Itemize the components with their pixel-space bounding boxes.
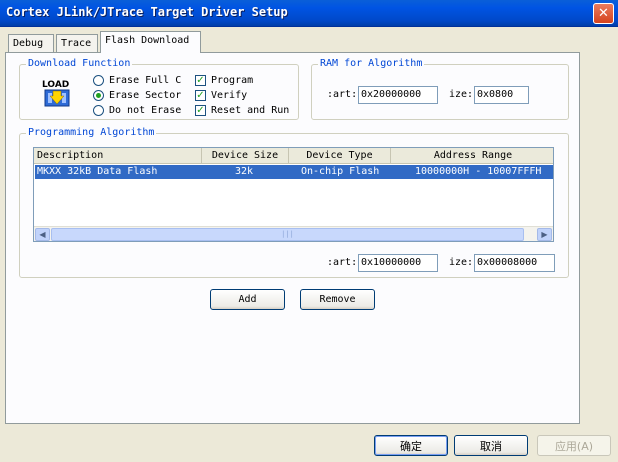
scroll-left-button[interactable]: ◀ [35,228,50,241]
load-icon-label: LOAD [42,80,69,90]
cancel-button[interactable]: 取消 [454,435,528,456]
column-header-address-range[interactable]: Address Range [391,148,553,164]
close-button[interactable]: ✕ [593,3,614,24]
flash-size-label: ize: [449,257,474,268]
row-device-size: 32k [235,166,254,177]
verify-checkbox[interactable]: ✓ Verify [195,88,247,102]
reset-and-run-checkbox[interactable]: ✓ Reset and Run [195,103,289,117]
tab-flash-download[interactable]: Flash Download [100,31,201,53]
row-description: MKXX 32kB Data Flash [37,166,158,177]
erase-full-chip-radio[interactable]: Erase Full C [93,73,181,87]
column-header-device-size[interactable]: Device Size [202,148,289,164]
reset-and-run-label: Reset and Run [211,104,290,116]
program-label: Program [211,74,254,86]
chevron-right-icon: ▶ [541,230,548,239]
row-device-type: On-chip Flash [301,166,380,177]
check-icon: ✓ [195,104,206,116]
ok-button[interactable]: 确定 [374,435,448,456]
ram-for-algorithm-label: RAM for Algorithm [318,58,425,69]
load-icon: LOAD [42,80,70,107]
tab-trace[interactable]: Trace [56,34,98,52]
programming-algorithm-label: Programming Algorithm [26,127,157,138]
add-button[interactable]: Add [210,289,285,310]
verify-label: Verify [211,89,248,101]
scroll-right-button[interactable]: ▶ [537,228,552,241]
radio-indicator [93,74,104,86]
column-header-device-type[interactable]: Device Type [289,148,391,164]
ram-size-label: ize: [449,89,474,100]
horizontal-scrollbar[interactable]: ◀ ||| ▶ [34,226,553,241]
download-function-label: Download Function [26,58,133,69]
algorithm-list[interactable]: Description Device Size Device Type Addr… [33,147,554,242]
grip-icon: ||| [281,230,294,238]
erase-full-chip-label: Erase Full C [109,74,182,86]
flash-start-input[interactable]: 0x10000000 [358,254,438,272]
do-not-erase-label: Do not Erase [109,104,182,116]
chevron-left-icon: ◀ [39,230,46,239]
close-icon: ✕ [598,6,609,21]
window-title: Cortex JLink/JTrace Target Driver Setup [6,5,288,19]
list-header: Description Device Size Device Type Addr… [34,148,553,164]
table-row[interactable]: MKXX 32kB Data Flash 32k On-chip Flash 1… [35,165,553,179]
radio-indicator [93,104,104,116]
flash-start-label: :art: [327,257,358,268]
erase-sector-label: Erase Sector [109,89,182,101]
check-icon: ✓ [195,74,206,86]
ram-start-label: :art: [327,89,358,100]
ram-size-input[interactable]: 0x0800 [474,86,529,104]
radio-indicator [93,89,104,101]
tab-debug[interactable]: Debug [8,34,54,52]
scroll-thumb[interactable]: ||| [51,228,524,241]
ram-start-input[interactable]: 0x20000000 [358,86,438,104]
do-not-erase-radio[interactable]: Do not Erase [93,103,181,117]
check-icon: ✓ [195,89,206,101]
row-address-range: 10000000H - 10007FFFH [415,166,542,177]
program-checkbox[interactable]: ✓ Program [195,73,253,87]
erase-sector-radio[interactable]: Erase Sector [93,88,181,102]
remove-button[interactable]: Remove [300,289,375,310]
apply-button[interactable]: 应用(A) [537,435,611,456]
flash-size-input[interactable]: 0x00008000 [474,254,555,272]
title-bar[interactable]: Cortex JLink/JTrace Target Driver Setup … [0,0,618,27]
column-header-description[interactable]: Description [34,148,202,164]
